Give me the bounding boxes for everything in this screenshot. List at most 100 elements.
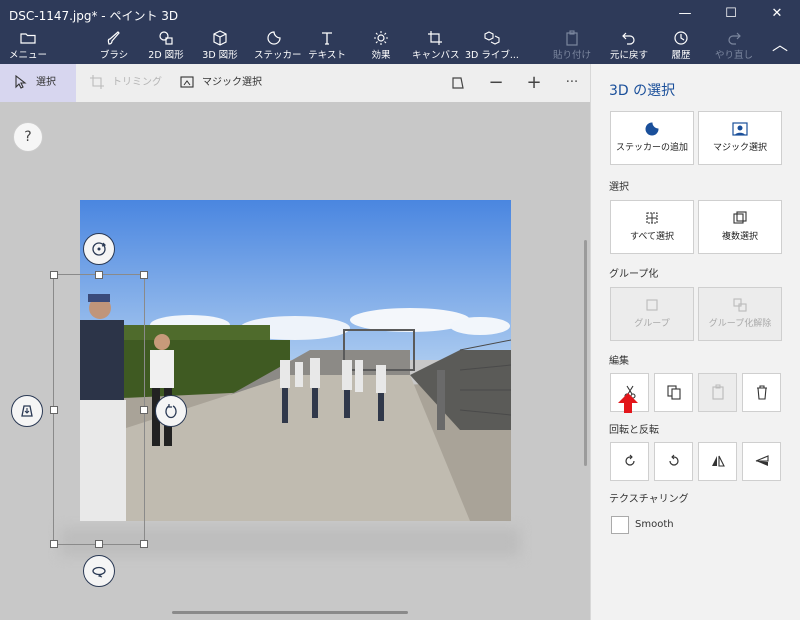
magic-select-icon bbox=[699, 121, 781, 137]
folder-icon bbox=[8, 30, 48, 46]
flip-horizontal-icon bbox=[710, 455, 726, 472]
select-all-icon bbox=[611, 210, 693, 226]
canvas-tool[interactable]: キャンバス bbox=[412, 28, 460, 64]
trash-icon bbox=[754, 385, 770, 403]
crop-icon bbox=[90, 75, 112, 89]
group-section-heading: グループ化 bbox=[609, 269, 659, 280]
help-button[interactable]: ? bbox=[13, 122, 43, 152]
group-icon bbox=[611, 297, 693, 313]
resize-handle-bottom-left[interactable] bbox=[50, 540, 58, 548]
title-bar: DSC-1147.jpg* - ペイント 3D — ☐ ✕ bbox=[0, 0, 800, 28]
resize-handle-bottom[interactable] bbox=[95, 540, 103, 548]
history-icon bbox=[664, 30, 698, 46]
vertical-scrollbar[interactable] bbox=[584, 240, 587, 466]
edit-section-heading: 編集 bbox=[609, 356, 629, 367]
rotate-z-icon bbox=[90, 242, 108, 261]
collapse-toolbar-button[interactable]: ︿ bbox=[766, 28, 794, 64]
redo-button[interactable]: やり直し bbox=[712, 28, 756, 64]
multi-select-button[interactable]: 複数選択 bbox=[698, 200, 782, 254]
magic-select-button[interactable]: マジック選択 bbox=[698, 111, 782, 165]
rotate-y-button[interactable] bbox=[155, 395, 187, 427]
cube-icon bbox=[199, 30, 241, 46]
rotate-section-heading: 回転と反転 bbox=[609, 425, 659, 436]
rotate-right-icon bbox=[666, 454, 682, 472]
secondary-toolbar: 選択 トリミング マジック選択 − + ··· bbox=[0, 64, 590, 102]
brush-icon bbox=[94, 30, 134, 46]
sticker-icon bbox=[254, 30, 294, 46]
plus-icon: + bbox=[526, 72, 542, 93]
rotate-left-icon bbox=[622, 454, 638, 472]
sticker-icon bbox=[611, 121, 693, 137]
selection-box[interactable] bbox=[53, 274, 145, 545]
select-tool[interactable]: 選択 bbox=[0, 64, 76, 102]
paste-button[interactable]: 貼り付け bbox=[552, 28, 592, 64]
depth-button[interactable] bbox=[11, 395, 43, 427]
minimize-button[interactable]: — bbox=[662, 0, 708, 28]
view-3d-button[interactable] bbox=[441, 64, 475, 102]
history-button[interactable]: 履歴 bbox=[664, 28, 698, 64]
magic-select-tool[interactable]: マジック選択 bbox=[180, 64, 276, 102]
view-3d-icon bbox=[450, 72, 466, 93]
resize-handle-top-right[interactable] bbox=[140, 271, 148, 279]
menu-button[interactable]: メニュー bbox=[8, 28, 48, 64]
rotate-x-icon bbox=[90, 566, 108, 583]
copy-button[interactable] bbox=[654, 373, 693, 412]
rotate-z-button[interactable] bbox=[83, 233, 115, 265]
delete-button[interactable] bbox=[742, 373, 781, 412]
ungroup-icon bbox=[699, 297, 781, 313]
copy-icon bbox=[666, 385, 682, 403]
crop-canvas-icon bbox=[412, 30, 458, 46]
resize-handle-top[interactable] bbox=[95, 271, 103, 279]
select-all-button[interactable]: すべて選択 bbox=[610, 200, 694, 254]
smooth-label: Smooth bbox=[635, 519, 674, 530]
smooth-checkbox[interactable] bbox=[611, 516, 629, 534]
crop-tool[interactable]: トリミング bbox=[90, 64, 170, 102]
resize-handle-top-left[interactable] bbox=[50, 271, 58, 279]
shapes2d-icon bbox=[145, 30, 187, 46]
flip-vertical-icon bbox=[754, 455, 770, 472]
effects-tool[interactable]: 効果 bbox=[364, 28, 398, 64]
sun-icon bbox=[364, 30, 398, 46]
magic-select-icon bbox=[180, 76, 202, 88]
close-button[interactable]: ✕ bbox=[754, 0, 800, 28]
zoom-out-button[interactable]: − bbox=[479, 64, 513, 102]
undo-button[interactable]: 元に戻す bbox=[608, 28, 650, 64]
multi-select-icon bbox=[699, 210, 781, 226]
text-tool[interactable]: テキスト bbox=[308, 28, 346, 64]
resize-handle-right[interactable] bbox=[140, 406, 148, 414]
panel-title: 3D の選択 bbox=[609, 83, 676, 99]
select-section-heading: 選択 bbox=[609, 182, 629, 193]
rotate-x-button[interactable] bbox=[83, 555, 115, 587]
resize-handle-bottom-right[interactable] bbox=[140, 540, 148, 548]
shapes2d-tool[interactable]: 2D 図形 bbox=[145, 28, 187, 64]
maximize-button[interactable]: ☐ bbox=[708, 0, 754, 28]
flip-vertical-button[interactable] bbox=[742, 442, 781, 481]
rotate-left-button[interactable] bbox=[610, 442, 649, 481]
paste-icon bbox=[552, 30, 592, 46]
flip-horizontal-button[interactable] bbox=[698, 442, 737, 481]
ungroup-button[interactable]: グループ化解除 bbox=[698, 287, 782, 341]
red-arrow-annotation bbox=[617, 392, 639, 417]
depth-icon bbox=[18, 405, 36, 423]
library3d-tool[interactable]: 3D ライブ... bbox=[464, 28, 520, 64]
add-sticker-button[interactable]: ステッカーの追加 bbox=[610, 111, 694, 165]
brush-tool[interactable]: ブラシ bbox=[94, 28, 134, 64]
horizontal-scrollbar[interactable] bbox=[172, 611, 408, 614]
texture-section-heading: テクスチャリング bbox=[609, 494, 689, 505]
redo-icon bbox=[712, 30, 756, 46]
main-toolbar: メニュー ブラシ 2D 図形 3D 図形 ステッカー テキスト 効果 キャンバス… bbox=[0, 28, 800, 64]
shapes3d-tool[interactable]: 3D 図形 bbox=[199, 28, 241, 64]
group-button[interactable]: グループ bbox=[610, 287, 694, 341]
paste-icon bbox=[710, 384, 726, 403]
zoom-in-button[interactable]: + bbox=[517, 64, 551, 102]
text-icon bbox=[308, 30, 346, 46]
resize-handle-left[interactable] bbox=[50, 406, 58, 414]
library3d-icon bbox=[464, 30, 520, 46]
cursor-icon bbox=[14, 74, 36, 89]
more-options-button[interactable]: ··· bbox=[555, 64, 589, 102]
paste-panel-button[interactable] bbox=[698, 373, 737, 412]
window-title: DSC-1147.jpg* - ペイント 3D bbox=[9, 9, 179, 23]
minus-icon: − bbox=[488, 72, 504, 93]
rotate-right-button[interactable] bbox=[654, 442, 693, 481]
stickers-tool[interactable]: ステッカー bbox=[254, 28, 302, 64]
